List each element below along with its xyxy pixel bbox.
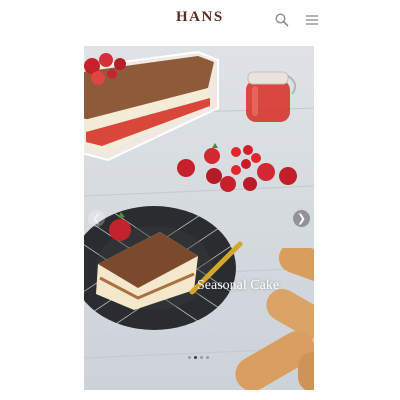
header: HANS <box>76 0 324 40</box>
search-icon[interactable] <box>274 12 290 28</box>
cake-plate-image <box>84 205 243 333</box>
carousel-indicators <box>188 356 209 359</box>
chevron-left-icon[interactable]: ❮ <box>88 210 105 227</box>
fresh-berries-image <box>177 143 297 192</box>
carousel-dot[interactable] <box>200 356 203 359</box>
chevron-right-icon[interactable]: ❯ <box>293 210 310 227</box>
mobile-page: HANS Seasonal Cake ❮ ❯ <box>76 0 324 400</box>
carousel-dot[interactable] <box>194 356 197 359</box>
hamburger-menu-icon[interactable] <box>304 12 320 28</box>
ladyfinger-biscuits-image <box>235 248 314 390</box>
carousel-dot[interactable] <box>206 356 209 359</box>
carousel-dot[interactable] <box>188 356 191 359</box>
slide-caption: Seasonal Cake <box>197 278 280 293</box>
carousel-slide[interactable]: Seasonal Cake ❮ ❯ <box>84 46 314 390</box>
jam-jar-image <box>246 71 297 122</box>
brand-logo[interactable]: HANS <box>176 9 224 26</box>
